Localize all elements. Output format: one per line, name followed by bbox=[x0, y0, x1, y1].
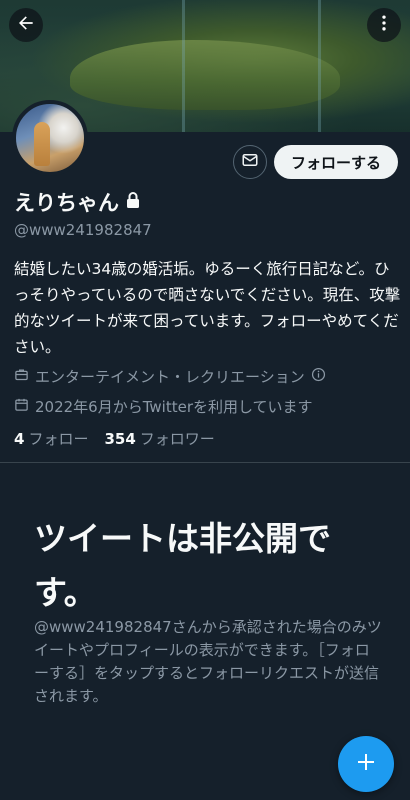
joined-date: 2022年6月からTwitterを利用しています bbox=[35, 398, 313, 416]
follow-counts: 4 フォロー 354 フォロワー bbox=[14, 428, 215, 449]
calendar-icon bbox=[14, 397, 29, 416]
more-options-button[interactable] bbox=[367, 8, 401, 42]
banner-shark-shape bbox=[70, 40, 340, 110]
following-label: フォロー bbox=[28, 430, 89, 448]
following-link[interactable]: 4 フォロー bbox=[14, 428, 88, 449]
follow-button[interactable]: フォローする bbox=[274, 145, 398, 179]
message-button[interactable] bbox=[233, 145, 267, 179]
following-count: 4 bbox=[14, 430, 25, 448]
followers-link[interactable]: 354 フォロワー bbox=[104, 428, 214, 449]
private-notice-title: ツイートは非公開です。 bbox=[34, 519, 331, 612]
compose-button[interactable] bbox=[338, 736, 394, 792]
banner-glass-frame bbox=[182, 0, 185, 132]
private-notice-description: @www241982847さんから承認された場合のみツイートやプロフィールの表示… bbox=[34, 618, 382, 705]
mail-icon bbox=[241, 151, 259, 173]
followers-count: 354 bbox=[104, 430, 136, 448]
banner-glass-frame bbox=[318, 0, 321, 132]
followers-label: フォロワー bbox=[139, 430, 215, 448]
divider bbox=[0, 462, 410, 463]
info-icon[interactable] bbox=[311, 367, 326, 386]
profile-name-row: えりちゃん bbox=[14, 187, 141, 217]
plus-icon bbox=[354, 750, 378, 778]
display-name: えりちゃん bbox=[14, 191, 119, 215]
avatar[interactable] bbox=[12, 100, 88, 176]
arrow-left-icon bbox=[16, 13, 36, 37]
joined-row: 2022年6月からTwitterを利用しています bbox=[14, 396, 313, 417]
category-row: エンターテイメント・レクリエーション bbox=[14, 366, 326, 387]
more-vertical-icon bbox=[374, 13, 394, 37]
lock-icon bbox=[125, 190, 141, 214]
avatar-photo-detail bbox=[34, 122, 50, 166]
category-label: エンターテイメント・レクリエーション bbox=[35, 368, 305, 386]
back-button[interactable] bbox=[9, 8, 43, 42]
briefcase-icon bbox=[14, 367, 29, 386]
handle: @www241982847 bbox=[14, 221, 152, 239]
bio: 結婚したい34歳の婚活垢。ゆるーく旅行日記など。ひっそりやっているので晒さないで… bbox=[14, 260, 401, 356]
